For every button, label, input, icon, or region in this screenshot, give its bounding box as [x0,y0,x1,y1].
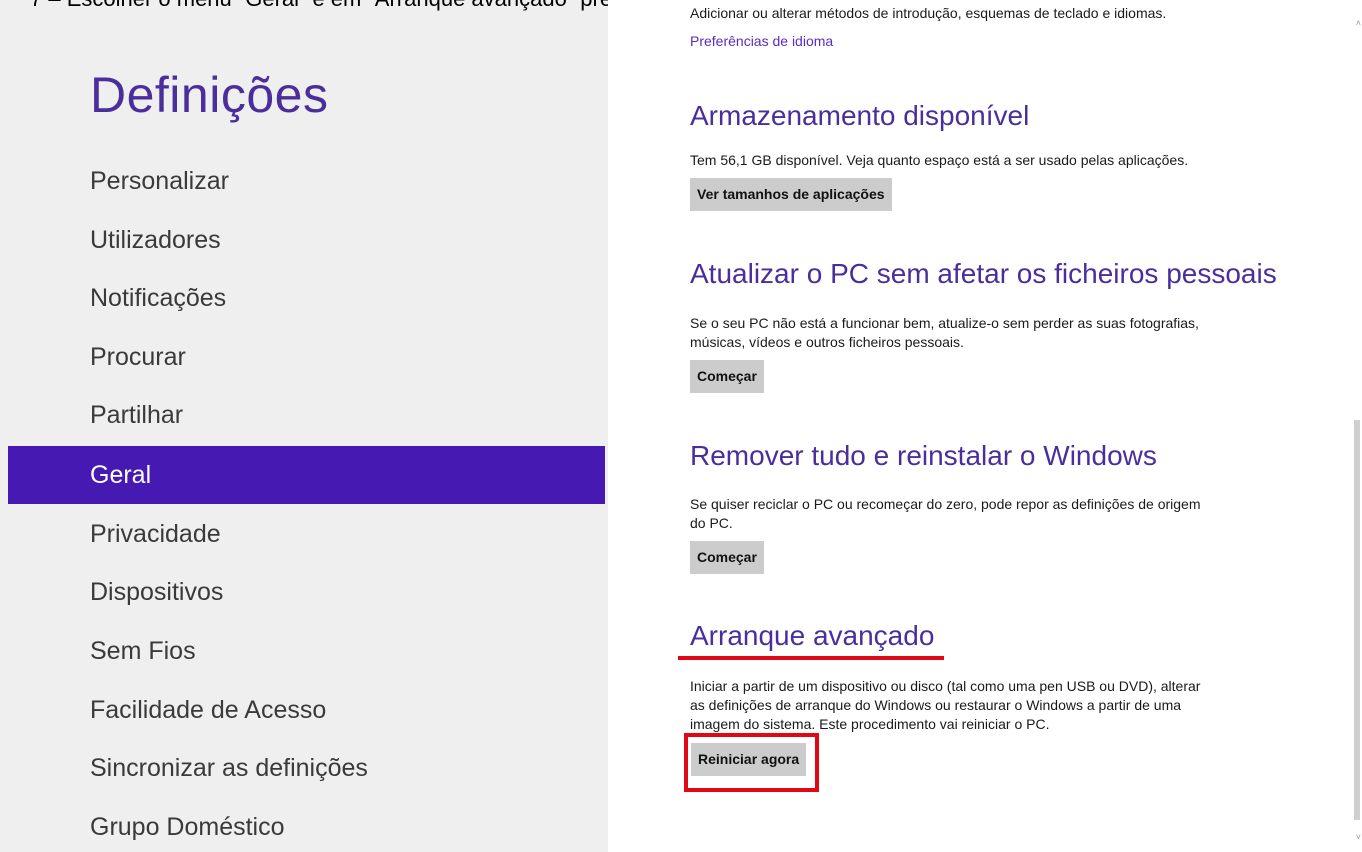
sidebar-item-personalizar[interactable]: Personalizar [8,152,605,210]
refresh-section-title: Atualizar o PC sem afetar os ficheiros p… [690,258,1277,289]
storage-section-title: Armazenamento disponível [690,100,1030,131]
sidebar-item-grupo-domestico[interactable]: Grupo Doméstico [8,798,605,852]
sidebar-item-label: Personalizar [90,167,229,195]
sidebar-item-label: Utilizadores [90,226,221,254]
reset-start-button[interactable]: Começar [690,541,764,574]
scrollbar-thumb[interactable] [1354,420,1360,820]
sidebar-item-partilhar[interactable]: Partilhar [8,386,605,444]
sidebar-item-procurar[interactable]: Procurar [8,328,605,386]
reset-description-line1: Se quiser reciclar o PC ou recomeçar do … [690,496,1201,512]
sidebar-item-facilidade-de-acesso[interactable]: Facilidade de Acesso [8,681,605,739]
refresh-start-button[interactable]: Começar [690,360,764,393]
advanced-startup-description-line1: Iniciar a partir de um dispositivo ou di… [690,678,1201,694]
sidebar-item-label: Sincronizar as definições [90,754,368,782]
refresh-description-line1: Se o seu PC não está a funcionar bem, at… [690,315,1199,331]
page-title: Definições [90,67,329,123]
reset-description-line2: do PC. [690,515,733,531]
settings-sidebar: Definições Personalizar Utilizadores Not… [0,0,608,852]
sidebar-item-label: Partilhar [90,401,184,429]
language-description: Adicionar ou alterar métodos de introduç… [690,5,1167,21]
sidebar-item-privacidade[interactable]: Privacidade [8,505,605,563]
reset-section-title: Remover tudo e reinstalar o Windows [690,440,1157,471]
advanced-startup-description-line3: imagem do sistema. Este procedimento vai… [690,716,1050,732]
view-app-sizes-button[interactable]: Ver tamanhos de aplicações [690,178,892,211]
sidebar-item-label: Notificações [90,284,227,312]
sidebar-item-label: Dispositivos [90,578,224,606]
scroll-down-icon[interactable]: ˅ [1356,832,1361,842]
sidebar-item-label: Facilidade de Acesso [90,696,327,724]
scroll-up-icon[interactable]: ˄ [1356,18,1361,28]
sidebar-item-sem-fios[interactable]: Sem Fios [8,622,605,680]
refresh-description-line2: músicas, vídeos e outros ficheiros pesso… [690,334,964,350]
advanced-startup-description-line2: as definições de arranque do Windows ou … [690,697,1182,713]
storage-description: Tem 56,1 GB disponível. Veja quanto espa… [690,152,1189,168]
scrollbar[interactable]: ˄ ˅ [1352,0,1362,852]
settings-screen: Definições Personalizar Utilizadores Not… [0,0,1362,852]
language-preferences-link[interactable]: Preferências de idioma [690,33,833,49]
sidebar-item-label: Grupo Doméstico [90,813,285,841]
advanced-startup-section-title: Arranque avançado [690,620,935,651]
sidebar-item-label: Privacidade [90,520,221,548]
sidebar-item-utilizadores[interactable]: Utilizadores [8,211,605,269]
sidebar-item-label: Sem Fios [90,637,196,665]
sidebar-item-dispositivos[interactable]: Dispositivos [8,563,605,621]
sidebar-item-notificacoes[interactable]: Notificações [8,269,605,327]
sidebar-item-sincronizar[interactable]: Sincronizar as definições [8,739,605,797]
sidebar-item-label: Geral [90,461,152,489]
sidebar-item-geral[interactable]: Geral [8,446,605,504]
sidebar-item-label: Procurar [90,343,186,371]
highlight-box [684,733,819,792]
highlight-underline [678,656,944,660]
